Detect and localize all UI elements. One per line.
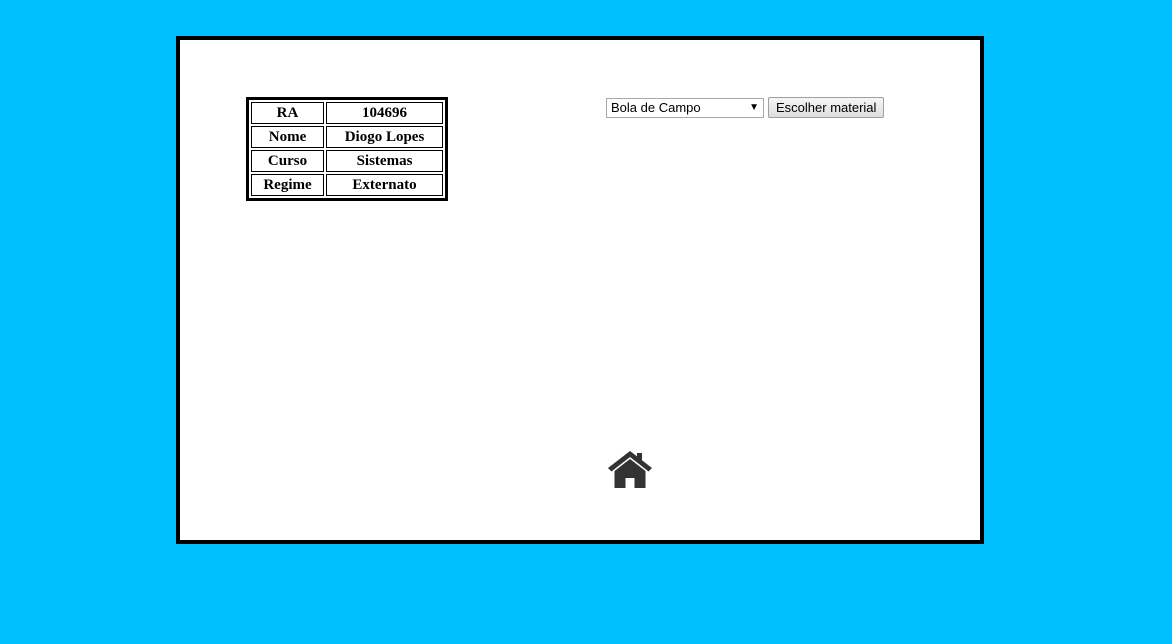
- ra-label: RA: [251, 102, 324, 124]
- ra-value: 104696: [326, 102, 443, 124]
- table-row: Nome Diogo Lopes: [251, 126, 443, 148]
- table-row: RA 104696: [251, 102, 443, 124]
- triangle-down-icon: ▼: [749, 101, 759, 113]
- nome-value: Diogo Lopes: [326, 126, 443, 148]
- choose-material-button[interactable]: Escolher material: [768, 97, 885, 118]
- regime-value: Externato: [326, 174, 443, 196]
- table-row: Regime Externato: [251, 174, 443, 196]
- student-info-table: RA 104696 Nome Diogo Lopes Curso Sistema…: [246, 97, 448, 201]
- curso-label: Curso: [251, 150, 324, 172]
- table-row: Curso Sistemas: [251, 150, 443, 172]
- nome-label: Nome: [251, 126, 324, 148]
- curso-value: Sistemas: [326, 150, 443, 172]
- regime-label: Regime: [251, 174, 324, 196]
- home-icon[interactable]: [606, 448, 654, 490]
- material-controls: Bola de Campo ▼ Escolher material: [606, 97, 885, 118]
- material-select-value: Bola de Campo: [611, 99, 701, 115]
- main-frame: RA 104696 Nome Diogo Lopes Curso Sistema…: [176, 36, 984, 544]
- material-select[interactable]: Bola de Campo ▼: [606, 97, 764, 118]
